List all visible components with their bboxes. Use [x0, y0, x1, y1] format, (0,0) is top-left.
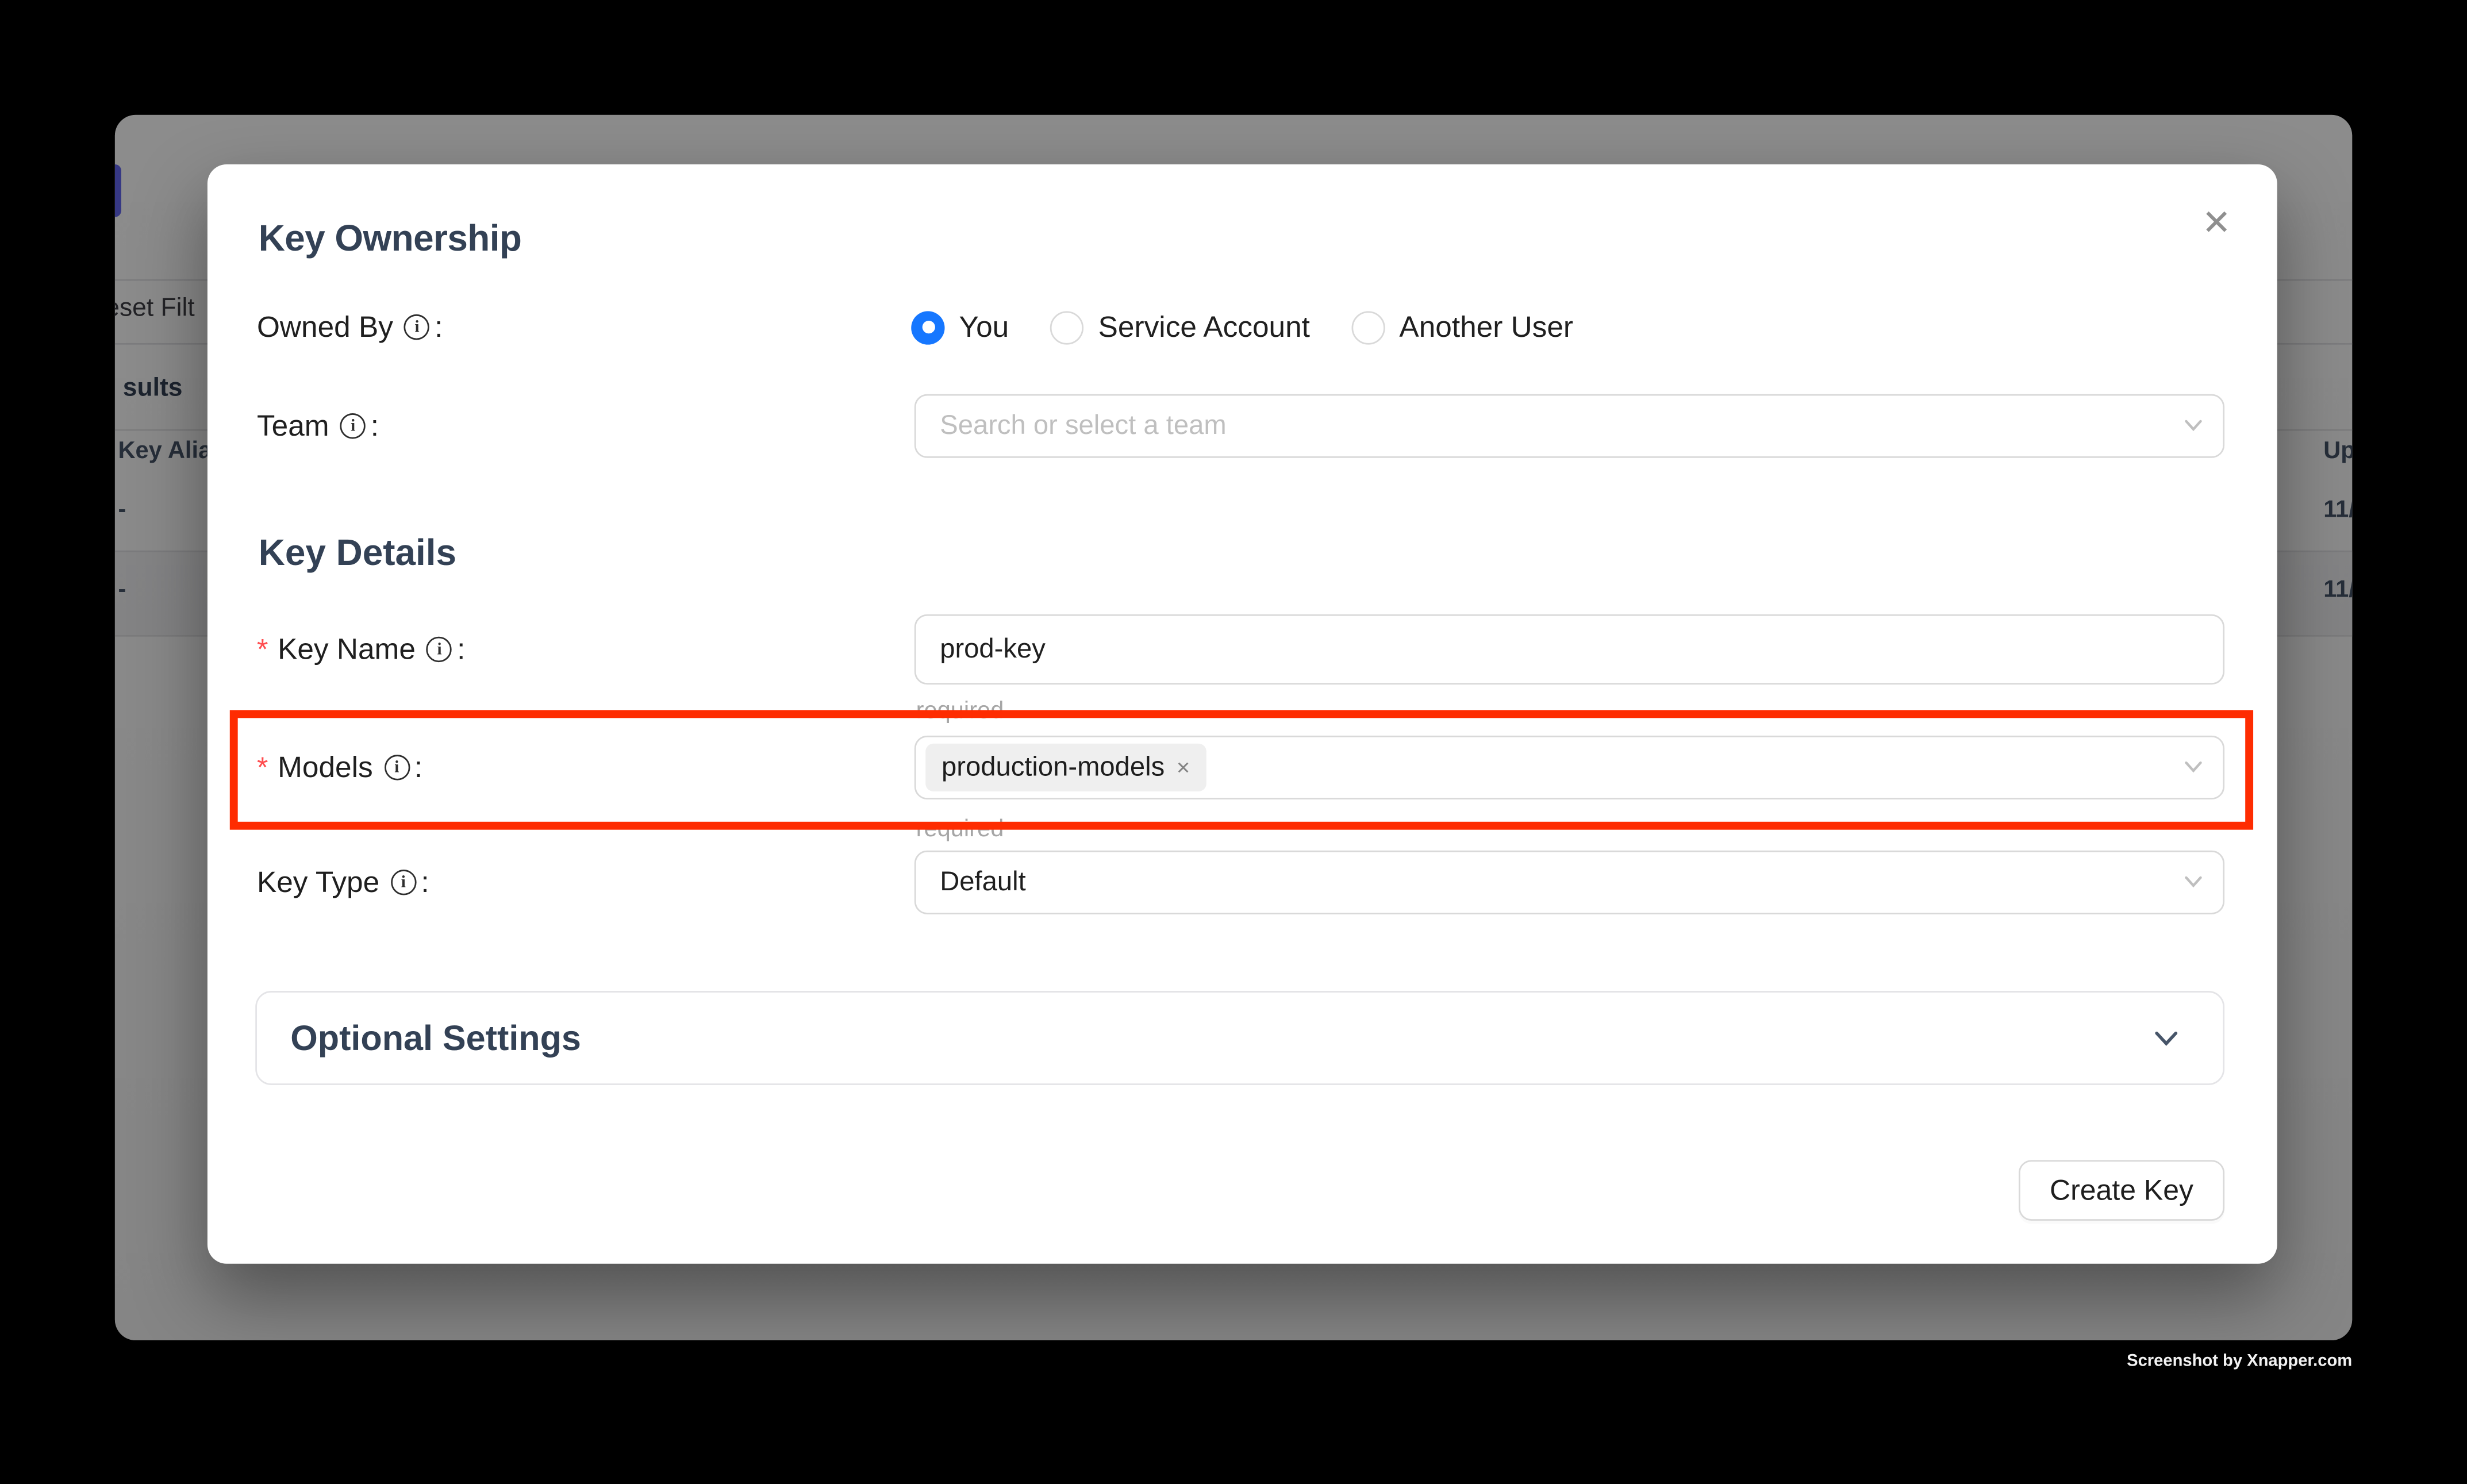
- owned-by-radio-group: You Service Account Another User: [911, 305, 1573, 349]
- model-tag-text: production-models: [942, 752, 1165, 784]
- radio-unselected-icon: [1050, 310, 1083, 344]
- key-name-required-error: required: [916, 697, 1004, 724]
- key-details-heading: Key Details: [259, 531, 456, 574]
- info-icon: i: [404, 314, 429, 340]
- radio-option-another-user[interactable]: Another User: [1351, 310, 1573, 345]
- modal-title: Key Ownership: [259, 217, 522, 260]
- team-select[interactable]: Search or select a team: [914, 394, 2224, 458]
- key-type-select[interactable]: Default: [914, 851, 2224, 914]
- key-type-label: Key Type i :: [257, 860, 429, 905]
- models-label: * Models i :: [257, 745, 422, 790]
- team-label-text: Team: [257, 409, 329, 444]
- key-name-label: * Key Name i :: [257, 627, 465, 672]
- label-colon: :: [435, 310, 443, 345]
- required-asterisk: *: [257, 633, 268, 666]
- info-icon: i: [340, 413, 366, 439]
- key-name-input[interactable]: [940, 633, 2165, 666]
- owned-by-label: Owned By i :: [257, 305, 443, 349]
- radio-selected-icon: [911, 310, 944, 344]
- chevron-down-icon: [2185, 420, 2203, 432]
- chevron-down-icon: [2154, 1030, 2178, 1046]
- chevron-down-icon: [2185, 876, 2203, 889]
- team-label: Team i :: [257, 403, 379, 448]
- required-asterisk: *: [257, 751, 268, 784]
- models-required-error: required: [916, 816, 1004, 843]
- optional-settings-title: Optional Settings: [290, 1017, 581, 1059]
- radio-label: Another User: [1399, 310, 1573, 345]
- info-icon: i: [391, 870, 416, 895]
- key-type-label-text: Key Type: [257, 865, 379, 900]
- label-colon: :: [371, 409, 379, 444]
- create-key-button[interactable]: Create Key: [2019, 1160, 2224, 1220]
- key-name-label-text: Key Name: [278, 632, 416, 667]
- owned-by-label-text: Owned By: [257, 310, 393, 345]
- tag-remove-icon[interactable]: ✕: [1176, 757, 1191, 778]
- close-icon[interactable]: ✕: [2193, 199, 2241, 247]
- radio-unselected-icon: [1351, 310, 1385, 344]
- label-colon: :: [457, 632, 465, 667]
- selected-model-tag: production-models ✕: [925, 744, 1206, 791]
- label-colon: :: [421, 865, 429, 900]
- models-select[interactable]: production-models ✕: [914, 736, 2224, 799]
- info-icon: i: [384, 755, 409, 780]
- team-select-placeholder: Search or select a team: [940, 410, 1226, 442]
- create-key-modal: Key Ownership ✕ Owned By i : You Service…: [207, 164, 2277, 1264]
- radio-label: Service Account: [1098, 310, 1310, 345]
- key-type-value: Default: [940, 867, 1026, 899]
- radio-option-you[interactable]: You: [911, 310, 1009, 345]
- info-icon: i: [426, 637, 452, 662]
- chevron-down-icon: [2185, 761, 2203, 774]
- key-name-input-wrap: [914, 614, 2224, 685]
- radio-label: You: [959, 310, 1009, 345]
- optional-settings-toggle[interactable]: Optional Settings: [255, 991, 2224, 1085]
- radio-option-service-account[interactable]: Service Account: [1050, 310, 1310, 345]
- watermark-text: Screenshot by Xnapper.com: [2127, 1351, 2352, 1370]
- screenshot-stage: eset Filt sults Key Alias Up - 11/ - 11/…: [0, 0, 2467, 1484]
- models-label-text: Models: [278, 750, 373, 785]
- label-colon: :: [414, 750, 422, 785]
